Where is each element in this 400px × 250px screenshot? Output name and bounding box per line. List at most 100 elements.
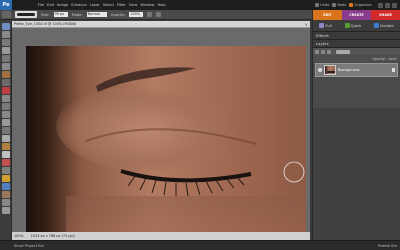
- image-canvas[interactable]: [26, 46, 306, 245]
- spot-healing-tool-icon[interactable]: [2, 95, 10, 102]
- blur-tool-icon[interactable]: [2, 199, 10, 206]
- document-dimensions: 1024 px x 768 px (72 ppi): [30, 234, 75, 238]
- organizer-button[interactable]: Organizer: [349, 3, 372, 7]
- eraser-tool-icon[interactable]: [2, 151, 10, 158]
- subtab-quick-label: Quick: [350, 23, 362, 28]
- organizer-label: Organizer: [354, 3, 372, 7]
- undo-icon: [315, 3, 319, 7]
- menu-view[interactable]: View: [129, 3, 138, 7]
- organizer-icon: [349, 3, 354, 7]
- quick-fix-icon: [344, 23, 350, 28]
- zoom-level[interactable]: 100%: [14, 234, 24, 238]
- hand-tool-icon[interactable]: [2, 39, 10, 46]
- shape-tool-icon[interactable]: [2, 191, 10, 198]
- redo-button[interactable]: Redo: [332, 3, 346, 7]
- gradient-tool-icon[interactable]: [2, 183, 10, 190]
- subtab-full[interactable]: Full: [319, 23, 332, 28]
- quick-selection-tool-icon[interactable]: [2, 79, 10, 86]
- type-tool-icon[interactable]: [2, 103, 10, 110]
- menu-bar: Pe File Edit Image Enhance Layer Select …: [0, 0, 400, 10]
- right-panel: EDIT CREATE SHARE Full Quick Guided Effe…: [312, 10, 400, 240]
- show-project-bin-button[interactable]: Show Project Bin: [14, 244, 44, 248]
- zoom-tool-icon[interactable]: [2, 31, 10, 38]
- paint-bucket-tool-icon[interactable]: [2, 175, 10, 182]
- lock-icon: [392, 68, 395, 72]
- subtab-quick[interactable]: Quick: [344, 23, 362, 28]
- pencil-tool-icon[interactable]: [2, 143, 10, 150]
- close-button[interactable]: [392, 2, 397, 8]
- tab-create[interactable]: CREATE: [342, 10, 371, 20]
- edit-subtabs: Full Quick Guided: [313, 20, 400, 32]
- minimize-button[interactable]: [378, 2, 383, 8]
- lasso-tool-icon[interactable]: [2, 63, 10, 70]
- tablet-options-icon[interactable]: [156, 12, 162, 17]
- tab-edit[interactable]: EDIT: [313, 10, 342, 20]
- mode-select[interactable]: Normal: [86, 12, 107, 17]
- subtab-guided-label: Guided: [380, 23, 394, 28]
- delete-layer-icon[interactable]: [327, 49, 331, 54]
- red-eye-tool-icon[interactable]: [2, 87, 10, 94]
- eyedropper-tool-icon[interactable]: [2, 47, 10, 54]
- opacity-field[interactable]: 100%: [129, 12, 144, 17]
- marquee-tool-icon[interactable]: [2, 55, 10, 62]
- sponge-tool-icon[interactable]: [2, 207, 10, 214]
- effects-panel-header[interactable]: Effects: [313, 32, 400, 40]
- layer-row-background[interactable]: Background: [315, 63, 398, 77]
- maximize-button[interactable]: [385, 2, 390, 8]
- guided-edit-icon: [374, 23, 380, 28]
- size-field[interactable]: 99 px: [53, 12, 68, 17]
- menu-edit[interactable]: Edit: [47, 3, 54, 7]
- menu-help[interactable]: Help: [157, 3, 165, 7]
- menu-file[interactable]: File: [38, 3, 44, 7]
- eye-icon[interactable]: [318, 68, 322, 72]
- brush-tool-icon-side[interactable]: [2, 159, 10, 166]
- smart-brush-tool-icon[interactable]: [2, 167, 10, 174]
- redo-icon: [332, 3, 337, 7]
- menu-right-actions: Undo Redo Organizer: [315, 0, 400, 10]
- subtab-full-label: Full: [325, 23, 332, 28]
- airbrush-icon[interactable]: [147, 12, 153, 17]
- document-title: Pretty_Eye_1000.tif @ 100% (RGB/8): [14, 22, 77, 26]
- layer-lock-label: Lock:: [388, 56, 397, 61]
- layer-options-row: Opacity: Lock:: [313, 55, 400, 62]
- eye-photo: [26, 46, 306, 232]
- palette-bin-button[interactable]: Palette Bin: [378, 244, 397, 248]
- opacity-label: Opacity:: [110, 12, 126, 17]
- move-tool-icon[interactable]: [2, 23, 10, 30]
- adjustment-layer-icon[interactable]: [321, 49, 325, 54]
- new-layer-icon[interactable]: [315, 49, 319, 54]
- layers-panel-header[interactable]: Layers: [313, 40, 400, 48]
- magic-wand-tool-icon[interactable]: [2, 71, 10, 78]
- clone-stamp-tool-icon[interactable]: [2, 135, 10, 142]
- brush-preset-picker[interactable]: [15, 11, 37, 18]
- crop-tool-icon[interactable]: [2, 111, 10, 118]
- subtab-guided[interactable]: Guided: [374, 23, 394, 28]
- toolbox: [0, 21, 12, 250]
- cookie-cutter-tool-icon[interactable]: [2, 119, 10, 126]
- main-menu: File Edit Image Enhance Layer Select Fil…: [38, 3, 166, 7]
- menu-image[interactable]: Image: [57, 3, 68, 7]
- document-status-bar: 100% 1024 px x 768 px (72 ppi): [12, 232, 310, 240]
- mode-label: Mode:: [71, 12, 83, 17]
- layer-name: Background: [338, 68, 360, 72]
- size-label: Size:: [41, 12, 50, 17]
- menu-layer[interactable]: Layer: [90, 3, 100, 7]
- app-logo: Pe: [0, 0, 12, 10]
- document-close-icon[interactable]: ×: [305, 21, 308, 28]
- menu-filter[interactable]: Filter: [117, 3, 126, 7]
- layer-opacity-label: Opacity:: [372, 56, 386, 61]
- blend-mode-select[interactable]: [336, 49, 350, 54]
- layers-toolbar: [313, 48, 400, 55]
- menu-enhance[interactable]: Enhance: [71, 3, 87, 7]
- straighten-tool-icon[interactable]: [2, 127, 10, 134]
- undo-label: Undo: [320, 3, 330, 7]
- tab-share[interactable]: SHARE: [371, 10, 400, 20]
- undo-button[interactable]: Undo: [315, 3, 329, 7]
- redo-label: Redo: [337, 3, 347, 7]
- brush-tool-icon[interactable]: [2, 11, 11, 18]
- window-controls: [378, 2, 397, 8]
- mode-tabs: EDIT CREATE SHARE: [313, 10, 400, 20]
- menu-window[interactable]: Window: [140, 3, 154, 7]
- menu-select[interactable]: Select: [103, 3, 114, 7]
- full-edit-icon: [319, 23, 325, 28]
